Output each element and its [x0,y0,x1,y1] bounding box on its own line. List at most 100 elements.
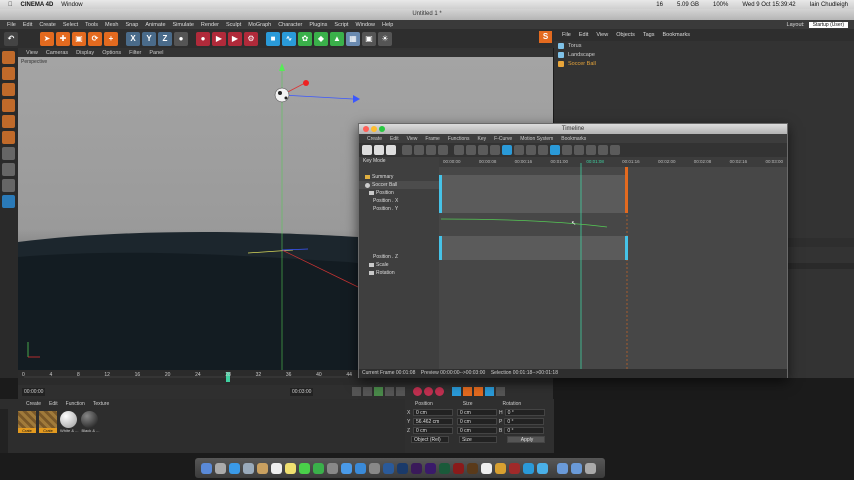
end-time-field[interactable]: 00:03:00 [290,388,314,396]
close-icon[interactable] [363,126,369,132]
finder-icon[interactable] [201,462,212,474]
model-icon[interactable] [2,67,15,80]
ripple-icon[interactable] [454,145,464,155]
menu-window[interactable]: Window [355,22,375,28]
go-start-icon[interactable] [352,387,361,396]
scene-icon[interactable]: ▦ [346,31,360,46]
select-icon[interactable]: ➤ [40,31,54,46]
tl-menu-frame[interactable]: Frame [425,136,439,142]
rotation-b-field[interactable]: 0 ° [504,427,545,434]
light-icon[interactable]: ☀ [378,31,392,46]
move-icon[interactable]: ✚ [56,31,70,46]
p-icon[interactable] [481,462,492,474]
tl-menu-fcurve[interactable]: F-Curve [494,136,512,142]
ai-icon[interactable] [467,462,478,474]
tl-menu-functions[interactable]: Functions [448,136,470,142]
position-y-field[interactable]: 56.462 cm [413,418,453,425]
zero-length-icon[interactable] [598,145,608,155]
go-end-icon[interactable] [396,387,405,396]
fcurve-mode-icon[interactable] [374,145,384,155]
object-row-soccer-ball[interactable]: Soccer Ball [554,59,854,68]
tl-menu-motion-system[interactable]: Motion System [520,136,553,142]
menu-tools[interactable]: Tools [85,22,98,28]
y-axis-button[interactable]: Y [142,31,156,46]
launchpad-icon[interactable] [215,462,226,474]
keyframe-selection-icon[interactable] [435,387,444,396]
om-menu-view[interactable]: View [596,32,608,38]
axis-icon[interactable] [2,147,15,160]
om-menu-tags[interactable]: Tags [643,32,655,38]
menu-simulate[interactable]: Simulate [173,22,194,28]
preferences-icon[interactable] [369,462,380,474]
tweak-icon[interactable] [2,163,15,176]
viewport-menu-panel[interactable]: Panel [149,50,163,56]
record-icon[interactable] [426,145,436,155]
track-position-z[interactable]: Position . Z [359,253,439,261]
undo-icon[interactable]: ↶ [4,31,18,46]
track-rotation[interactable]: Rotation [359,269,439,277]
generator-icon[interactable]: ✿ [298,31,312,46]
snap-icon[interactable] [466,145,476,155]
tl-menu-create[interactable]: Create [367,136,382,142]
track-scale[interactable]: Scale [359,261,439,269]
fl-icon[interactable] [453,462,464,474]
menu-character[interactable]: Character [278,22,302,28]
menu-edit[interactable]: Edit [23,22,32,28]
scale-key-icon[interactable] [463,387,472,396]
material-swatch[interactable]: White & ... [60,411,78,433]
calendar-icon[interactable] [271,462,282,474]
viewport-menu-options[interactable]: Options [102,50,121,56]
ease-icon[interactable] [526,145,536,155]
render-settings-icon[interactable]: ⚙ [244,31,258,46]
om-menu-edit[interactable]: Edit [579,32,588,38]
camera-icon[interactable]: ▣ [362,31,376,46]
appstore-icon[interactable] [355,462,366,474]
om-menu-bookmarks[interactable]: Bookmarks [662,32,690,38]
rotate-icon[interactable]: ⟳ [88,31,102,46]
menu-render[interactable]: Render [201,22,219,28]
apple-icon[interactable]:  [8,2,13,8]
menu-help[interactable]: Help [382,22,393,28]
status-item[interactable]: 100% [713,2,728,8]
rotation-key-icon[interactable] [474,387,483,396]
texture-icon[interactable] [2,83,15,96]
contacts-icon[interactable] [257,462,268,474]
mail-icon[interactable] [243,462,254,474]
cube-icon[interactable]: ■ [266,31,280,46]
menu-mesh[interactable]: Mesh [105,22,118,28]
position-key-icon[interactable] [452,387,461,396]
lock-tangent-icon[interactable] [586,145,596,155]
status-item[interactable]: 16 [656,2,663,8]
mat-menu-texture[interactable]: Texture [93,401,109,407]
key-curve-icon[interactable] [562,145,572,155]
mode-icon[interactable] [2,51,15,64]
zero-angle-icon[interactable] [610,145,620,155]
rotation-h-field[interactable]: 0 ° [504,409,545,416]
chrome-icon[interactable] [495,462,506,474]
start-time-field[interactable]: 00:00:00 [22,388,46,396]
photoshop-icon[interactable] [397,462,408,474]
tl-menu-edit[interactable]: Edit [390,136,399,142]
menu-script[interactable]: Script [334,22,348,28]
size-mode-dropdown[interactable]: Size [459,436,497,443]
viewport-menu-filter[interactable]: Filter [129,50,141,56]
zoom-icon[interactable] [379,126,385,132]
world-icon[interactable]: ● [174,31,188,46]
menu-snap[interactable]: Snap [125,22,138,28]
apply-button[interactable]: Apply [507,436,545,443]
snap-icon[interactable] [2,179,15,192]
step-icon[interactable] [514,145,524,155]
tl-menu-key[interactable]: Key [478,136,487,142]
spline-icon[interactable]: ∿ [282,31,296,46]
points-icon[interactable] [2,99,15,112]
tl-menu-view[interactable]: View [407,136,418,142]
app-menu[interactable]: CINEMA 4D [21,2,54,8]
add-icon[interactable]: + [104,31,118,46]
record-icon[interactable]: ● [196,31,210,46]
track-summary[interactable]: Summary [359,173,439,181]
viewport-menu-view[interactable]: View [26,50,38,56]
break-tangent-icon[interactable] [574,145,584,155]
mat-menu-create[interactable]: Create [26,401,41,407]
minimize-icon[interactable] [371,126,377,132]
filter-icon[interactable] [438,145,448,155]
